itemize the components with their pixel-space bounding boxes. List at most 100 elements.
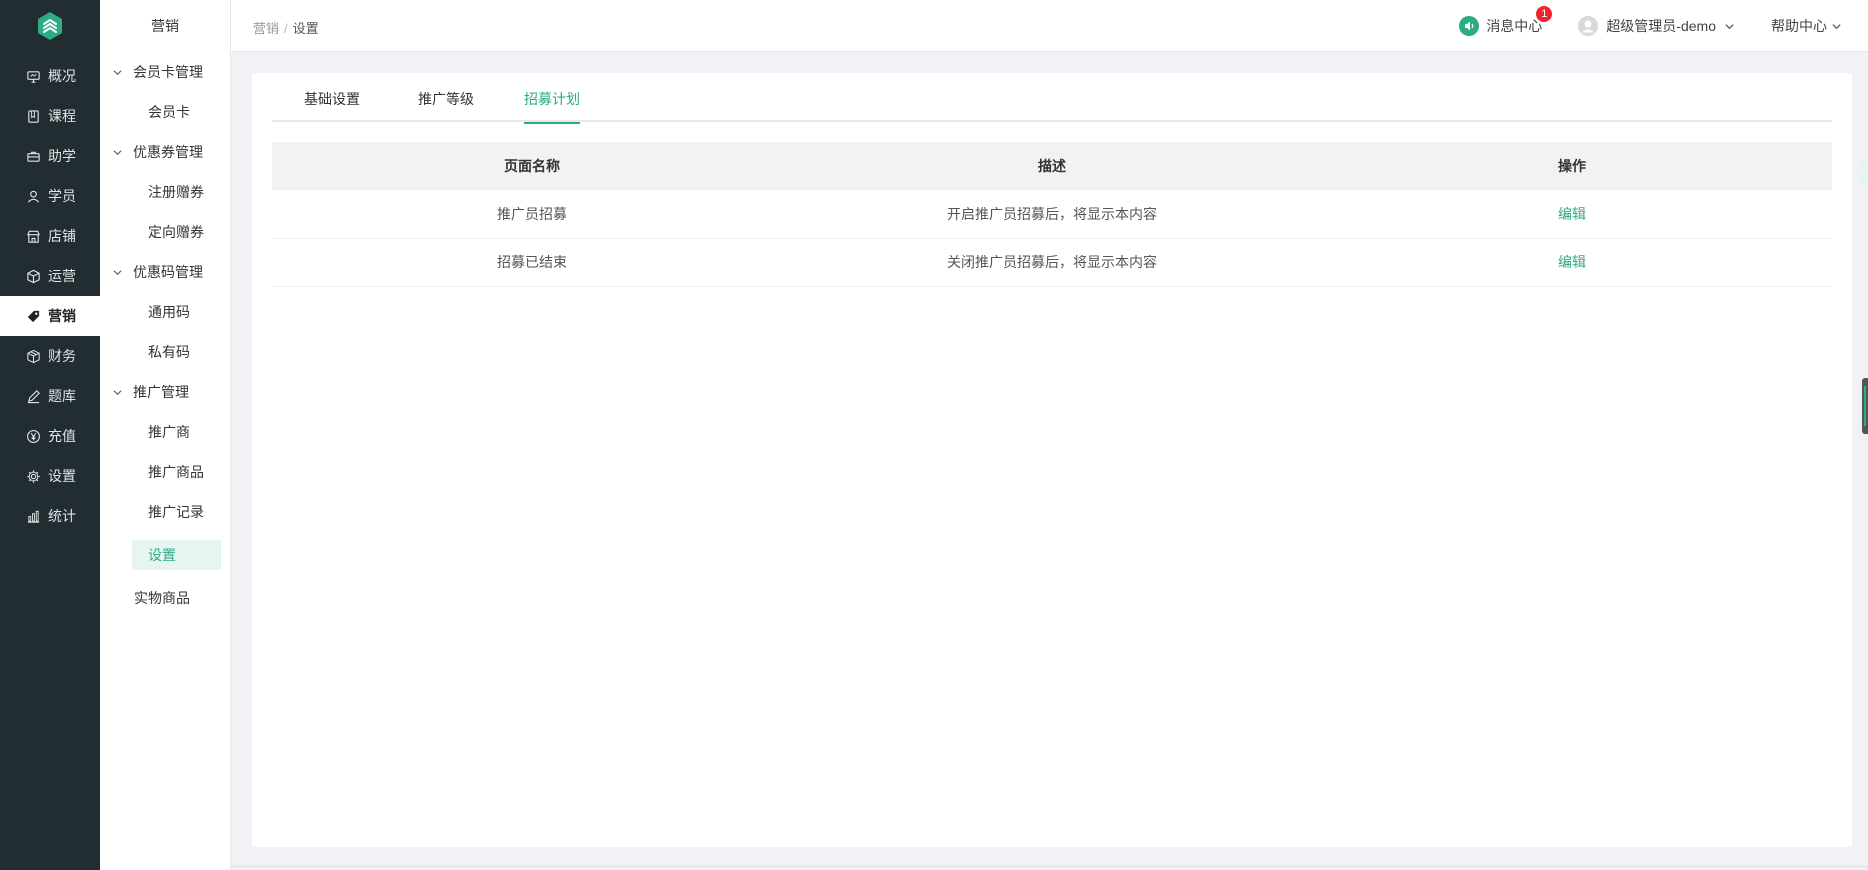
sidebar-item-label: 题库 [48, 388, 76, 404]
sidebar-item-briefcase[interactable]: 助学 [0, 136, 100, 176]
tag-icon [27, 310, 40, 322]
sidebar-item-label: 概况 [48, 68, 76, 84]
edit-link[interactable]: 编辑 [1558, 206, 1586, 222]
store-icon [27, 230, 40, 243]
sidebar-item-monitor[interactable]: 概况 [0, 56, 100, 96]
tab-promotion-levels[interactable]: 推广等级 [418, 89, 474, 122]
edit-link[interactable]: 编辑 [1558, 254, 1586, 270]
sub-nav-group[interactable]: 优惠券管理 [100, 132, 230, 172]
sidebar-item-store[interactable]: 店铺 [0, 216, 100, 256]
sidebar-item-label: 店铺 [48, 228, 76, 244]
monitor-icon [27, 70, 40, 83]
sub-nav-list: 会员卡管理 会员卡 优惠券管理 注册赠券 定向赠券 优惠码管理 通用码 私有码 推广管理 推广商推… [100, 52, 230, 618]
sidebar-item-pen[interactable]: 题库 [0, 376, 100, 416]
sidebar-item-box[interactable]: 财务 [0, 336, 100, 376]
sub-nav-group[interactable]: 优惠码管理 [100, 252, 230, 292]
main-nav-list: 概况课程助学学员店铺运营营销财务题库充值设置统计 [0, 56, 100, 536]
message-center-label: 消息中心 [1486, 18, 1543, 34]
sidebar-item-yen-circle[interactable]: 充值 [0, 416, 100, 456]
sidebar-item-label: 设置 [48, 468, 76, 484]
message-center-button[interactable]: 消息中心 1 [1459, 6, 1553, 36]
sidebar-item-label: 财务 [48, 348, 76, 364]
box-icon [27, 349, 40, 363]
sidebar-item-label: 助学 [48, 148, 76, 164]
sub-nav-group-label: 推广管理 [133, 384, 189, 400]
chevron-down-icon [1832, 23, 1841, 29]
content-panel: 基础设置 推广等级 招募计划 页面名称 描述 操作 推广员招募 开启推广员招募后… [252, 73, 1852, 847]
sidebar-item-label: 充值 [48, 428, 76, 444]
sub-nav-group-label: 优惠码管理 [133, 264, 203, 280]
table-row: 招募已结束 关闭推广员招募后，将显示本内容 编辑 [272, 238, 1832, 287]
sidebar-item-book[interactable]: 课程 [0, 96, 100, 136]
breadcrumb-current: 设置 [292, 21, 319, 36]
breadcrumb-separator: / [284, 21, 288, 36]
sidebar-item-label: 运营 [48, 268, 76, 284]
avatar [1578, 16, 1599, 36]
sidebar-item-label: 营销 [48, 308, 76, 324]
sub-nav-group[interactable]: 推广管理 [100, 372, 230, 412]
speaker-icon [1459, 16, 1480, 36]
sub-sidebar: 营销 会员卡管理会员卡优惠券管理注册赠券 定向赠券优惠码管理通用码 私有码推广管理推… [100, 0, 231, 870]
briefcase-icon [27, 151, 40, 162]
sub-nav-item[interactable]: 私有码 [100, 332, 230, 372]
sub-nav-group-label: 会员卡管理 [133, 64, 203, 80]
help-center-label: 帮助中心 [1771, 18, 1827, 34]
cube-icon [27, 269, 40, 283]
chevron-down-icon [113, 69, 122, 75]
breadcrumb-parent[interactable]: 营销 [253, 21, 279, 36]
sidebar-item-tag[interactable]: 营销 [0, 296, 100, 336]
sub-nav-item-physical-goods[interactable]: 实物商品 [100, 578, 230, 618]
column-header-page-name: 页面名称 [272, 142, 792, 190]
sub-nav-item[interactable]: 会员卡 [100, 92, 230, 132]
message-count-badge: 1 [1536, 6, 1553, 22]
column-header-actions: 操作 [1312, 142, 1832, 190]
breadcrumb: 营销 / 设置 [253, 18, 319, 37]
sub-nav-item[interactable]: 设置 [132, 540, 221, 570]
sidebar-item-label: 统计 [48, 508, 76, 524]
tab-basic-settings[interactable]: 基础设置 [304, 89, 360, 122]
bar-chart-icon [27, 510, 40, 523]
cell-page-name: 招募已结束 [272, 238, 792, 287]
sub-nav-item[interactable]: 推广商 [100, 412, 230, 452]
sub-sidebar-title: 营销 [151, 18, 179, 34]
sidebar-item-label: 课程 [48, 108, 76, 124]
top-bar: 营销 / 设置 消息中心 1 超级管理员-demo 帮助中心 [231, 0, 1868, 52]
chevron-down-icon [113, 149, 122, 155]
pen-icon [27, 389, 40, 403]
cell-description: 关闭推广员招募后，将显示本内容 [792, 238, 1312, 287]
tab-recruitment-plan[interactable]: 招募计划 [524, 89, 580, 124]
settings-tabs: 基础设置 推广等级 招募计划 [272, 73, 1832, 124]
sidebar-item-cube[interactable]: 运营 [0, 256, 100, 296]
chevron-down-icon [1725, 23, 1734, 29]
cell-actions: 编辑 [1312, 190, 1832, 239]
gear-icon [27, 469, 40, 483]
book-icon [28, 109, 39, 123]
column-header-description: 描述 [792, 142, 1312, 190]
sidebar-item-gear[interactable]: 设置 [0, 456, 100, 496]
sub-nav-item[interactable]: 推广商品 [100, 452, 230, 492]
cell-description: 开启推广员招募后，将显示本内容 [792, 190, 1312, 239]
side-float-tab[interactable] [1858, 156, 1868, 188]
header-actions: 消息中心 1 超级管理员-demo 帮助中心 [1459, 0, 1842, 52]
sub-nav-item[interactable]: 推广记录 [100, 492, 230, 532]
user-name: 超级管理员-demo [1606, 18, 1716, 34]
main-sidebar: 概况课程助学学员店铺运营营销财务题库充值设置统计 [0, 0, 100, 870]
sub-nav-item[interactable]: 定向赠券 [100, 212, 230, 252]
sub-nav-item[interactable]: 注册赠券 [100, 172, 230, 212]
sub-nav-item[interactable]: 通用码 [100, 292, 230, 332]
bottom-divider [231, 866, 1868, 867]
sidebar-item-user[interactable]: 学员 [0, 176, 100, 216]
logo-icon [38, 12, 62, 40]
yen-circle-icon [27, 429, 40, 443]
cell-page-name: 推广员招募 [272, 190, 792, 239]
help-center-menu[interactable]: 帮助中心 [1771, 16, 1842, 36]
chevron-down-icon [113, 389, 122, 395]
user-icon [27, 190, 40, 203]
table-row: 推广员招募 开启推广员招募后，将显示本内容 编辑 [272, 190, 1832, 239]
user-menu[interactable]: 超级管理员-demo [1578, 16, 1735, 36]
sub-nav-group[interactable]: 会员卡管理 [100, 52, 230, 92]
cell-actions: 编辑 [1312, 238, 1832, 287]
sidebar-item-bar-chart[interactable]: 统计 [0, 496, 100, 536]
sub-nav-group-label: 优惠券管理 [133, 144, 203, 160]
scrollbar-handle[interactable] [1862, 378, 1868, 434]
